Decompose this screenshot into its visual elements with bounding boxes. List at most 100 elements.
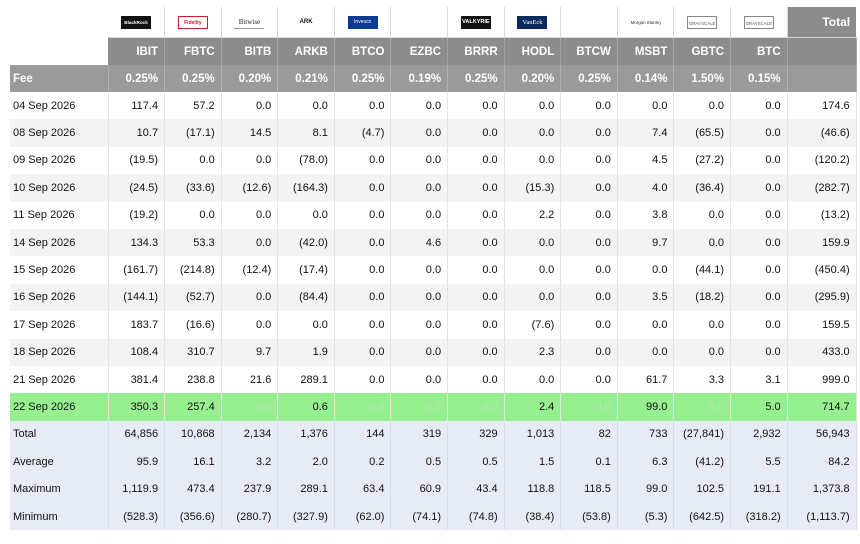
flow-cell: (17.1): [164, 119, 222, 147]
stats-cell: 144: [334, 420, 392, 449]
flow-cell: 183.7: [108, 311, 166, 339]
flow-cell: (52.7): [164, 283, 222, 312]
flow-cell: 0.0: [447, 365, 505, 394]
flow-cell: 0.0: [390, 338, 449, 366]
flow-cell: 0.0: [673, 201, 732, 229]
invesco-logo: Invesco: [347, 15, 378, 29]
flow-cell: 0.0: [390, 92, 449, 120]
flow-cell: (36.4): [673, 174, 732, 202]
fee-row: Fee 0.25% 0.25% 0.20% 0.21% 0.25% 0.19% 0.25% 0.…: [10, 65, 857, 92]
issuer-logo-cell: GRAYSCALE: [730, 7, 788, 38]
flow-cell: 0.0: [560, 146, 618, 175]
row-date: 04 Sep 2026: [10, 92, 109, 120]
flow-cell: 0.0: [730, 228, 788, 257]
vaneck-logo: VanEck: [517, 15, 548, 29]
flow-cell: (161.7): [108, 256, 166, 284]
row-total: 714.7: [787, 393, 857, 421]
stats-cell: (318.2): [730, 502, 788, 531]
row-date: 16 Sep 2026: [10, 283, 109, 312]
flow-cell: 0.0: [560, 338, 618, 366]
row-total: 433.0: [787, 338, 857, 366]
stats-cell: 64,856: [108, 420, 166, 449]
flow-cell: 0.0: [221, 311, 279, 339]
stats-cell: 118.8: [504, 475, 562, 503]
issuer-logo-cell: [390, 7, 449, 38]
stats-cell: 237.9: [221, 475, 279, 503]
flow-cell: (44.1): [673, 256, 732, 284]
flow-cell: 0.0: [730, 119, 788, 147]
flow-cell: 0.0: [447, 201, 505, 229]
flow-cell: 0.0: [560, 365, 618, 394]
flow-cell: 0.0: [164, 146, 222, 175]
table-row: 18 Sep 2026 108.4 310.7 9.7 1.9 0.0 0.0 0.0 2.3 0…: [10, 338, 857, 366]
flow-cell: 0.0: [673, 311, 732, 339]
row-date: 18 Sep 2026: [10, 338, 109, 366]
flow-cell: 0.0: [560, 283, 618, 312]
table-row: 21 Sep 2026 381.4 238.8 21.6 289.1 0.0 0.0 0.0 0…: [10, 365, 857, 394]
flow-cell: 0.0: [221, 228, 279, 257]
issuer-logo-cell: Morgan Stanley: [617, 7, 675, 38]
ticker-cell: BTC: [730, 37, 788, 65]
table-row: 10 Sep 2026 (24.5) (33.6) (12.6) (164.3) 0.0 0…: [10, 174, 857, 202]
valkyrie-logo: VALKYRIE: [460, 15, 491, 29]
fee-cell: 0.25%: [164, 65, 222, 92]
row-date: 11 Sep 2026: [10, 201, 109, 229]
flow-cell: 0.0: [390, 119, 449, 147]
stats-label: Maximum: [10, 475, 109, 503]
issuer-logo-cell: ARK: [277, 7, 335, 38]
ticker-cell: ARKB: [277, 37, 335, 65]
stats-row-total: Total 64,856 10,868 2,134 1,376 144 319 329 1,01…: [10, 420, 857, 449]
flow-cell: 2.2: [504, 201, 562, 229]
flow-cell: 0.0: [504, 146, 562, 175]
flow-cell: 9.7: [221, 338, 279, 366]
ark-logo: ARK: [299, 18, 313, 25]
flow-cell: 0.0: [334, 311, 392, 339]
flow-cell: 0.0: [334, 393, 392, 421]
stats-cell: 733: [617, 420, 675, 449]
flow-cell: 0.0: [277, 92, 335, 120]
flow-cell: 0.0: [447, 311, 505, 339]
stats-cell: (74.1): [390, 502, 449, 531]
flow-cell: 0.0: [504, 119, 562, 147]
fee-cell: 0.20%: [221, 65, 279, 92]
flow-cell: (12.4): [221, 256, 279, 284]
flow-cell: (164.3): [277, 174, 335, 202]
stats-cell: 102.5: [673, 475, 732, 503]
flow-cell: 2.3: [504, 338, 562, 366]
stats-cell: 5.5: [730, 448, 788, 476]
flow-cell: 0.0: [504, 256, 562, 284]
flow-cell: 9.7: [617, 228, 675, 257]
table-row: 09 Sep 2026 (19.5) 0.0 0.0 (78.0) 0.0 0.0 0.0 0.…: [10, 146, 857, 175]
franklin-logo: [404, 16, 434, 29]
stats-cell: (41.2): [673, 448, 732, 476]
flow-cell: 0.0: [673, 393, 732, 421]
flow-cell: 0.0: [730, 338, 788, 366]
flow-cell: 134.3: [108, 228, 166, 257]
stats-cell: 1,376: [277, 420, 335, 449]
etf-flow-table-container: BlackRock Fidelity Bitwise ARK Invesco VALKYR…: [10, 7, 857, 531]
stats-cell: (327.9): [277, 502, 335, 531]
row-total: 159.5: [787, 311, 857, 339]
fee-cell: 0.25%: [447, 65, 505, 92]
flow-cell: 3.1: [730, 365, 788, 394]
logo-header-row: BlackRock Fidelity Bitwise ARK Invesco VALKYR…: [10, 7, 857, 38]
row-date: 08 Sep 2026: [10, 119, 109, 147]
fee-cell: 0.19%: [390, 65, 449, 92]
flow-cell: 381.4: [108, 365, 166, 394]
flow-cell: 0.0: [221, 92, 279, 120]
flow-cell: 0.0: [390, 311, 449, 339]
flow-cell: (42.0): [277, 228, 335, 257]
ticker-cell: BITB: [221, 37, 279, 65]
flow-cell: 5.0: [730, 393, 788, 421]
fee-cell: 0.20%: [504, 65, 562, 92]
issuer-logo-cell: VALKYRIE: [447, 7, 505, 38]
flow-cell: 0.0: [560, 92, 618, 120]
stats-cell: (62.0): [334, 502, 392, 531]
stats-cell: 6.3: [617, 448, 675, 476]
fee-label: Fee: [10, 65, 109, 92]
stats-cell: (53.8): [560, 502, 618, 531]
issuer-logo-cell: BlackRock: [108, 7, 166, 38]
flow-cell: 0.0: [390, 393, 449, 421]
stats-cell: 3.2: [221, 448, 279, 476]
table-row: 14 Sep 2026 134.3 53.3 0.0 (42.0) 0.0 4.6 0.0 0.…: [10, 228, 857, 257]
